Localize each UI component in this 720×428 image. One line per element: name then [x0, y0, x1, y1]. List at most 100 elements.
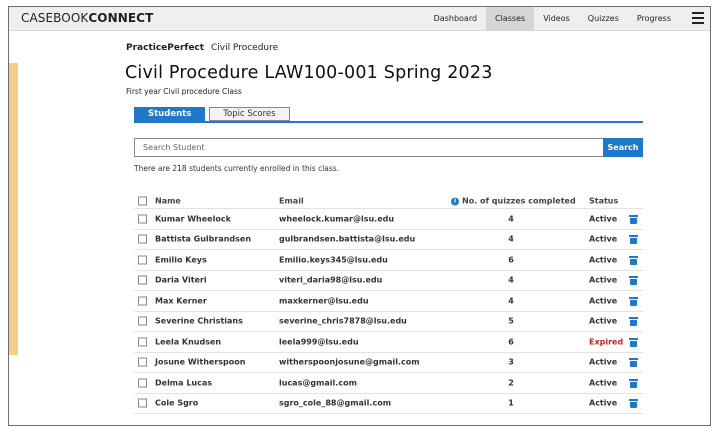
select-all-checkbox[interactable] [138, 196, 147, 206]
row-checkbox[interactable] [138, 275, 147, 285]
quizzes-completed: 6 [508, 337, 514, 347]
student-name: Emilio Keys [155, 255, 207, 265]
status-badge: Active [589, 275, 618, 285]
table-row: Severine Christians severine_chris7878@ls… [134, 312, 643, 332]
quizzes-completed: 4 [508, 296, 514, 306]
trash-icon[interactable] [629, 317, 638, 327]
status-badge: Active [589, 296, 618, 306]
row-checkbox[interactable] [138, 316, 147, 326]
logo-bold: CONNECT [88, 11, 154, 25]
nav-videos[interactable]: Videos [534, 7, 579, 31]
hamburger-menu-icon[interactable] [692, 12, 704, 25]
breadcrumb-section[interactable]: Civil Procedure [211, 43, 278, 53]
student-email: lucas@gmail.com [279, 378, 357, 388]
status-badge: Active [589, 398, 618, 408]
breadcrumb: PracticePerfect Civil Procedure [126, 43, 278, 53]
student-email: Emilio.keys345@lsu.edu [279, 255, 388, 265]
top-bar: CASEBOOKCONNECT Dashboard Classes Videos… [9, 7, 710, 31]
page-title: Civil Procedure LAW100-001 Spring 2023 [125, 63, 493, 83]
table-header: Name Email i No. of quizzes completed Sta… [134, 194, 643, 209]
nav-dashboard[interactable]: Dashboard [425, 7, 486, 31]
status-badge: Active [589, 357, 618, 367]
header-status[interactable]: Status [589, 197, 618, 206]
trash-icon[interactable] [629, 399, 638, 409]
quizzes-completed: 5 [508, 316, 514, 326]
tabs: Students Topic Scores [134, 107, 290, 121]
nav-classes[interactable]: Classes [486, 7, 535, 31]
tab-students[interactable]: Students [134, 107, 206, 121]
page-subtitle: First year Civil procedure Class [126, 87, 242, 96]
table-row: Daria Viteri viteri_daria98@lsu.edu 4 Activ… [134, 271, 643, 291]
status-badge: Active [589, 234, 618, 244]
header-email[interactable]: Email [279, 197, 304, 206]
table-row: Battista Gulbrandsen gulbrandsen.battista… [134, 230, 643, 250]
quizzes-completed: 4 [508, 214, 514, 224]
student-name: Battista Gulbrandsen [155, 234, 252, 244]
quizzes-completed: 6 [508, 255, 514, 265]
trash-icon[interactable] [629, 358, 638, 368]
status-badge: Expired [589, 337, 624, 347]
student-name: Leela Knudsen [155, 337, 222, 347]
status-badge: Active [589, 214, 618, 224]
student-email: viteri_daria98@lsu.edu [279, 275, 383, 285]
table-row: Leela Knudsen leela999@lsu.edu 6 Expired [134, 332, 643, 353]
students-table: Name Email i No. of quizzes completed Sta… [134, 194, 643, 414]
logo[interactable]: CASEBOOKCONNECT [21, 11, 153, 25]
row-checkbox[interactable] [138, 234, 147, 244]
header-name[interactable]: Name [155, 197, 181, 206]
row-checkbox[interactable] [138, 337, 147, 347]
student-email: severine_chris7878@lsu.edu [279, 316, 407, 326]
student-email: sgro_cole_88@gmail.com [279, 398, 392, 408]
row-checkbox[interactable] [138, 255, 147, 265]
search-button[interactable]: Search [603, 138, 643, 157]
trash-icon[interactable] [629, 235, 638, 245]
student-name: Delma Lucas [155, 378, 213, 388]
student-name: Josune Witherspoon [155, 357, 246, 367]
trash-icon[interactable] [629, 337, 638, 347]
logo-light: CASEBOOK [21, 11, 89, 25]
header-quizzes-label: No. of quizzes completed [462, 196, 576, 206]
app-window: CASEBOOKCONNECT Dashboard Classes Videos… [8, 6, 711, 426]
info-icon[interactable]: i [451, 197, 459, 205]
main-nav: Dashboard Classes Videos Quizzes Progres… [425, 7, 680, 31]
trash-icon[interactable] [629, 255, 638, 265]
table-row: Kumar Wheelock wheelock.kumar@lsu.edu 4 Act… [134, 209, 643, 230]
status-badge: Active [589, 316, 618, 326]
table-row: Emilio Keys Emilio.keys345@lsu.edu 6 Active [134, 250, 643, 271]
row-checkbox[interactable] [138, 357, 147, 367]
quizzes-completed: 2 [508, 378, 514, 388]
nav-progress[interactable]: Progress [628, 7, 680, 31]
header-quizzes[interactable]: i No. of quizzes completed [451, 197, 576, 206]
student-name: Cole Sgro [155, 398, 199, 408]
student-name: Kumar Wheelock [155, 214, 231, 224]
student-name: Daria Viteri [155, 275, 207, 285]
student-name: Severine Christians [155, 316, 243, 326]
quizzes-completed: 1 [508, 398, 514, 408]
tab-topic-scores[interactable]: Topic Scores [209, 107, 290, 121]
trash-icon[interactable] [629, 296, 638, 306]
table-row: Max Kerner maxkerner@lsu.edu 4 Active [134, 291, 643, 312]
quizzes-completed: 4 [508, 234, 514, 244]
student-name: Max Kerner [155, 296, 207, 306]
student-email: leela999@lsu.edu [279, 337, 359, 347]
student-email: gulbrandsen.battista@lsu.edu [279, 234, 416, 244]
enrollment-count: There are 218 students currently enrolle… [134, 164, 340, 173]
quizzes-completed: 4 [508, 275, 514, 285]
search-input[interactable] [134, 138, 603, 157]
row-checkbox[interactable] [138, 378, 147, 388]
student-email: maxkerner@lsu.edu [279, 296, 369, 306]
table-row: Cole Sgro sgro_cole_88@gmail.com 1 Active [134, 394, 643, 414]
trash-icon[interactable] [629, 378, 638, 388]
row-checkbox[interactable] [138, 296, 147, 306]
side-panel-tab[interactable] [9, 63, 18, 355]
row-checkbox[interactable] [138, 214, 147, 224]
student-email: wheelock.kumar@lsu.edu [279, 214, 395, 224]
row-checkbox[interactable] [138, 398, 147, 408]
trash-icon[interactable] [629, 214, 638, 224]
status-badge: Active [589, 378, 618, 388]
table-row: Delma Lucas lucas@gmail.com 2 Active [134, 373, 643, 394]
quizzes-completed: 3 [508, 357, 514, 367]
nav-quizzes[interactable]: Quizzes [579, 7, 628, 31]
trash-icon[interactable] [629, 276, 638, 286]
breadcrumb-brand[interactable]: PracticePerfect [126, 43, 204, 53]
